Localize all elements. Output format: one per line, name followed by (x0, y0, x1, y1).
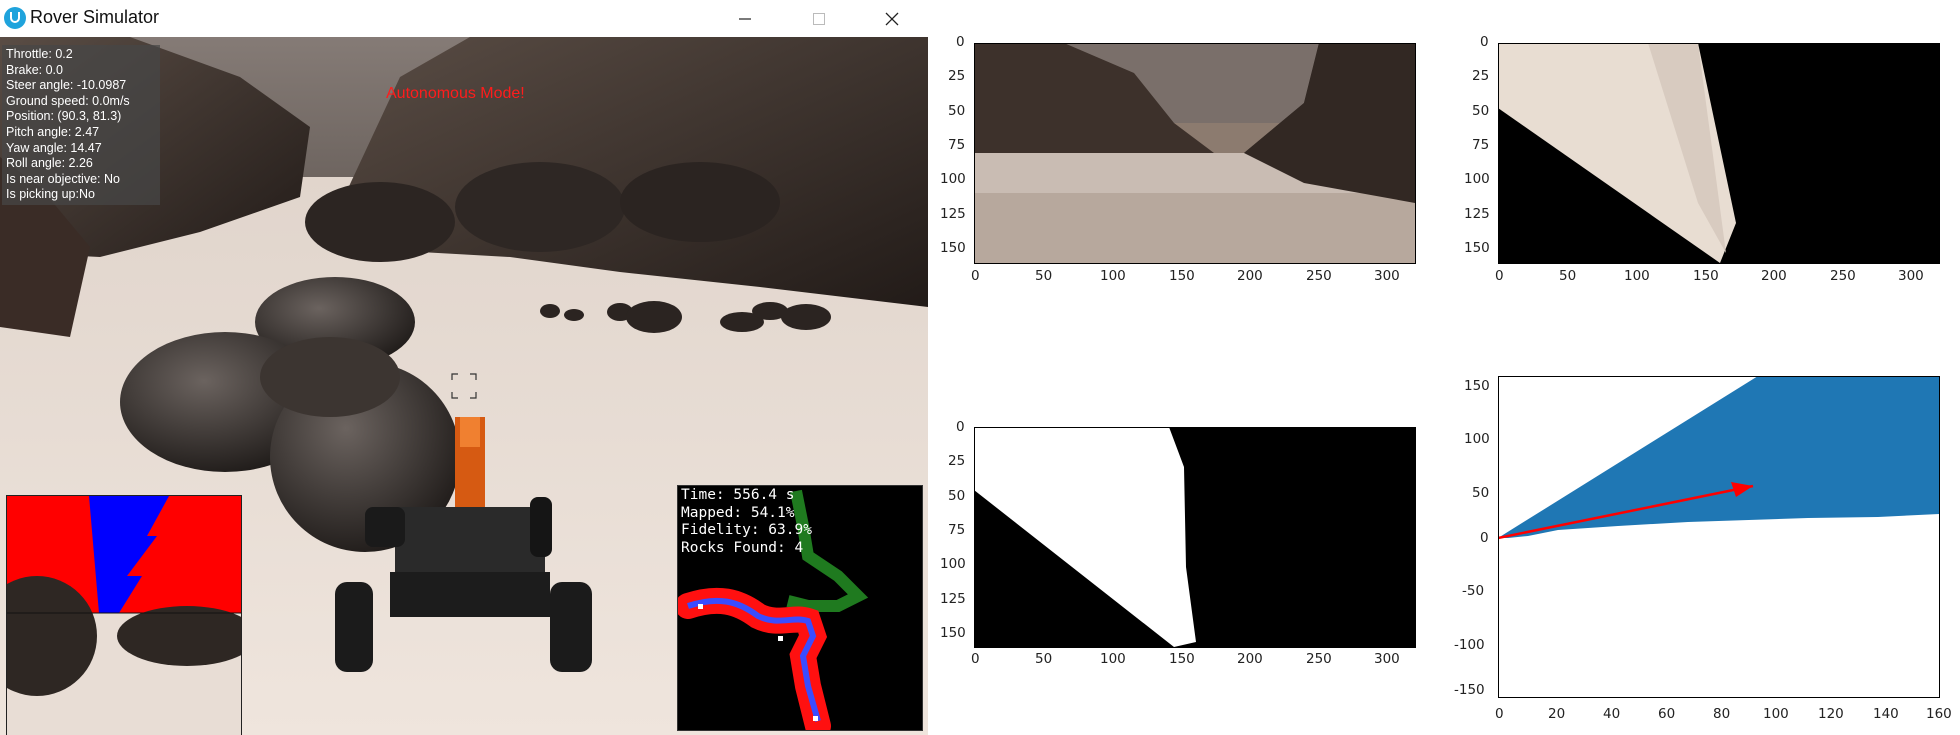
worldmap-inset: Time: 556.4 s Mapped: 54.1% Fidelity: 63… (677, 485, 923, 731)
telemetry-panel: Throttle: 0.2 Brake: 0.0 Steer angle: -1… (2, 45, 160, 205)
threshed-image-frame (974, 427, 1416, 648)
tick: 100 (940, 171, 966, 187)
maximize-icon (813, 12, 825, 25)
tick: 0 (1495, 268, 1504, 284)
simulator-window: Rover Simulator Throttle: 0.2 Brake: 0.0… (0, 0, 928, 735)
vision-inset-image (7, 496, 241, 735)
tick: 200 (1237, 651, 1263, 667)
unity-icon (4, 7, 26, 29)
warped-image-frame (1498, 43, 1940, 264)
tick: 150 (1693, 268, 1719, 284)
roll-angle-readout: Roll angle: 2.26 (6, 156, 93, 171)
tick: 250 (1306, 651, 1332, 667)
tick: 250 (1306, 268, 1332, 284)
tick: 75 (948, 522, 966, 538)
tick: 100 (1100, 651, 1126, 667)
tick: 0 (1480, 530, 1489, 546)
tick: -150 (1454, 682, 1485, 698)
map-mapped: Mapped: 54.1% (681, 504, 795, 521)
brake-readout: Brake: 0.0 (6, 62, 63, 77)
tick: 50 (1035, 268, 1053, 284)
tick: 0 (1480, 34, 1489, 50)
tick: 150 (1464, 378, 1490, 394)
tick: 50 (1472, 103, 1490, 119)
tick: 50 (1472, 485, 1490, 501)
steer-angle-readout: Steer angle: -10.0987 (6, 78, 127, 93)
simulator-viewport[interactable]: Throttle: 0.2 Brake: 0.0 Steer angle: -1… (0, 37, 928, 735)
close-icon (885, 12, 899, 25)
tick: 40 (1603, 706, 1621, 722)
tick: 20 (1548, 706, 1566, 722)
tick: 50 (948, 488, 966, 504)
mode-indicator: Autonomous Mode! (386, 85, 525, 102)
tick: 150 (940, 625, 966, 641)
tick: 25 (948, 68, 966, 84)
tick: 25 (948, 453, 966, 469)
close-button[interactable] (863, 0, 921, 37)
camera-image-frame (974, 43, 1416, 264)
tick: 100 (1464, 171, 1490, 187)
tick: 200 (1237, 268, 1263, 284)
picking-up-readout: Is picking up:No (6, 187, 95, 202)
tick: 50 (1035, 651, 1053, 667)
tick: 100 (940, 556, 966, 572)
tick: 100 (1624, 268, 1650, 284)
tick: 150 (1169, 268, 1195, 284)
tick: 100 (1763, 706, 1789, 722)
tick: 250 (1830, 268, 1856, 284)
title-bar[interactable]: Rover Simulator (0, 0, 928, 37)
tick: 200 (1761, 268, 1787, 284)
warped-image-plot (1460, 0, 1960, 300)
tick: 300 (1374, 651, 1400, 667)
vision-inset (6, 495, 242, 735)
rover-coords-plot (1460, 360, 1960, 735)
tick: -50 (1462, 583, 1485, 599)
tick: 50 (948, 103, 966, 119)
tick: 100 (1100, 268, 1126, 284)
throttle-readout: Throttle: 0.2 (6, 47, 73, 61)
tick: 150 (1169, 651, 1195, 667)
yaw-angle-readout: Yaw angle: 14.47 (6, 140, 102, 155)
minimize-button[interactable] (716, 0, 774, 37)
camera-image-plot (960, 0, 1430, 300)
tick: 75 (948, 137, 966, 153)
maximize-button[interactable] (790, 0, 848, 37)
map-fidelity: Fidelity: 63.9% (681, 522, 812, 538)
tick: -100 (1454, 637, 1485, 653)
pitch-angle-readout: Pitch angle: 2.47 (6, 124, 100, 139)
tick: 125 (940, 591, 966, 607)
tick: 125 (1464, 206, 1490, 222)
tick: 100 (1464, 431, 1490, 447)
threshed-image-plot (960, 400, 1430, 700)
tick: 125 (940, 206, 966, 222)
tick: 0 (971, 651, 980, 667)
crosshair-icon (451, 373, 477, 399)
tick: 0 (956, 34, 965, 50)
tick: 160 (1926, 706, 1952, 722)
tick: 60 (1658, 706, 1676, 722)
tick: 0 (1495, 706, 1504, 722)
tick: 0 (956, 419, 965, 435)
window-title: Rover Simulator (30, 7, 160, 27)
tick: 300 (1898, 268, 1924, 284)
tick: 25 (1472, 68, 1490, 84)
map-rocks-found: Rocks Found: 4 (681, 539, 804, 556)
tick: 50 (1559, 268, 1577, 284)
tick: 140 (1873, 706, 1899, 722)
ground-speed-readout: Ground speed: 0.0m/s (6, 93, 130, 108)
minimize-icon (739, 17, 751, 20)
map-stats: Time: 556.4 s Mapped: 54.1% Fidelity: 63… (681, 487, 812, 557)
tick: 300 (1374, 268, 1400, 284)
tick: 150 (940, 240, 966, 256)
position-readout: Position: (90.3, 81.3) (6, 109, 122, 124)
map-time: Time: 556.4 s (681, 487, 795, 503)
tick: 75 (1472, 137, 1490, 153)
tick: 150 (1464, 240, 1490, 256)
tick: 80 (1713, 706, 1731, 722)
rover-coords-frame (1498, 376, 1940, 698)
tick: 120 (1818, 706, 1844, 722)
near-objective-readout: Is near objective: No (6, 171, 120, 186)
tick: 0 (971, 268, 980, 284)
